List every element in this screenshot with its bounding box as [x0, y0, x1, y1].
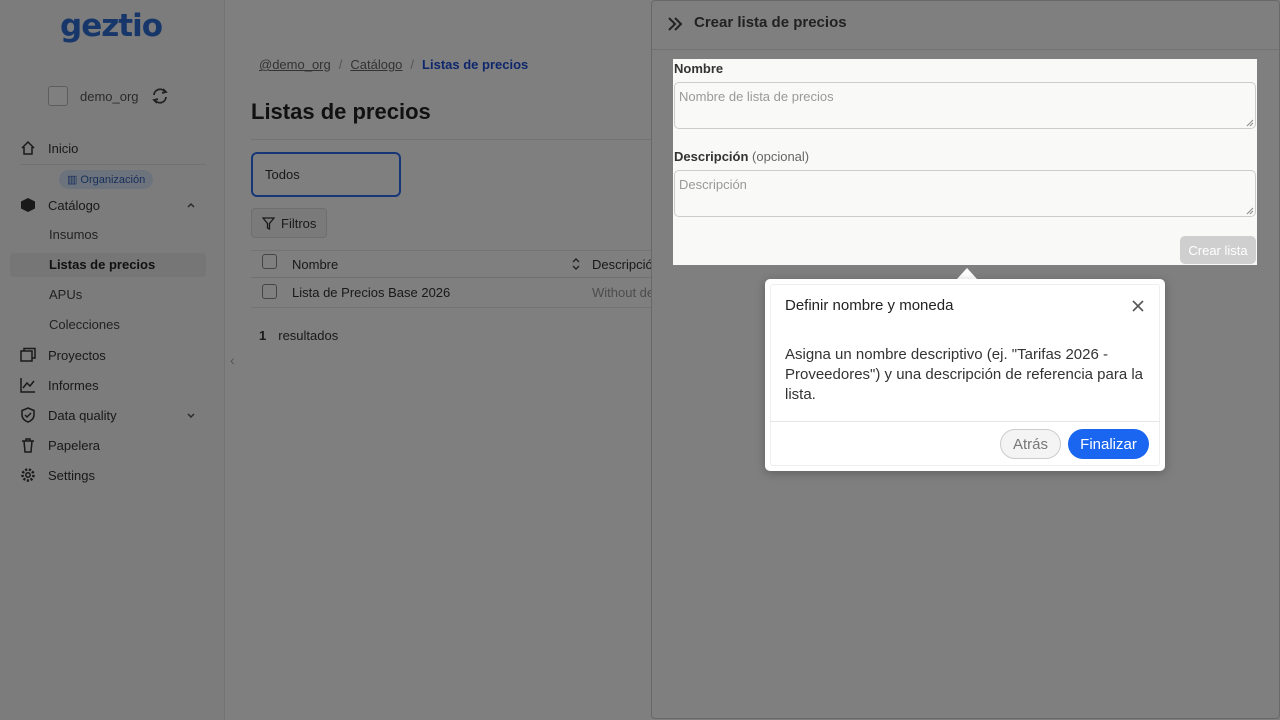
popover-body: Asigna un nombre descriptivo (ej. "Tarif… — [785, 346, 1144, 403]
popover-divider — [770, 421, 1160, 422]
resize-grip-icon[interactable] — [1246, 207, 1254, 215]
description-label: Descripción (opcional) — [674, 149, 810, 164]
optional-tag: (opcional) — [752, 149, 810, 164]
name-label: Nombre — [674, 61, 724, 76]
resize-grip-icon[interactable] — [1246, 119, 1254, 127]
description-input[interactable] — [674, 170, 1256, 217]
popover-arrow — [957, 268, 977, 279]
back-button[interactable]: Atrás — [1000, 429, 1061, 459]
popover-title: Definir nombre y moneda — [785, 297, 954, 314]
finish-button[interactable]: Finalizar — [1068, 429, 1149, 459]
name-input[interactable] — [674, 82, 1256, 129]
create-list-button[interactable]: Crear lista — [1180, 236, 1256, 264]
close-icon[interactable] — [1131, 299, 1145, 313]
